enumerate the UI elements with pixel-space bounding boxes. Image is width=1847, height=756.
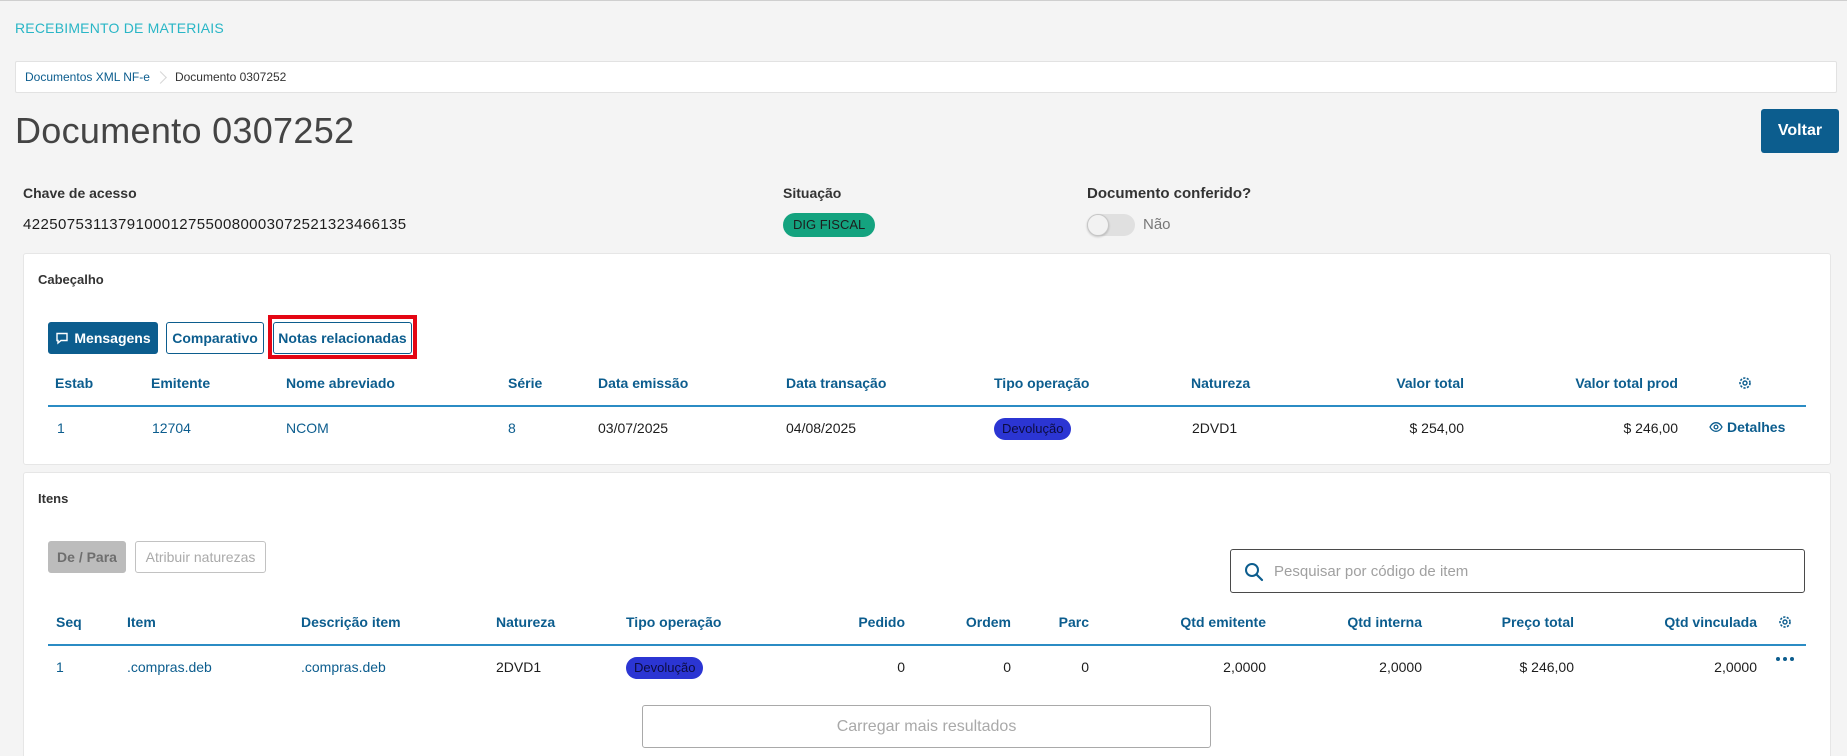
details-link[interactable]: Detalhes [1709,419,1785,435]
items-cell-parc: 0 [1081,659,1089,675]
breadcrumb: Documentos XML NF-e Documento 0307252 [15,61,1837,93]
header-col-tipo-operacao[interactable]: Tipo operação [994,375,1089,391]
items-col-seq[interactable]: Seq [56,614,82,630]
access-key-label: Chave de acesso [23,185,137,201]
header-col-natureza[interactable]: Natureza [1191,375,1250,391]
checked-toggle-label: Não [1143,216,1171,233]
breadcrumb-separator [154,70,167,84]
header-col-estab[interactable]: Estab [55,375,93,391]
items-table-rule [48,644,1806,646]
items-card-title: Itens [38,491,69,506]
highlight-box [268,315,417,359]
header-cell-data-emissao: 03/07/2025 [598,420,669,436]
operation-type-badge: Devolução [994,418,1072,440]
search-icon [1245,563,1264,582]
items-col-qtd-interna[interactable]: Qtd interna [1300,614,1422,630]
access-key-value: 4225075311379100012755008000307252132346… [23,216,407,233]
items-cell-preco-total: $ 246,00 [1519,659,1575,675]
header-cell-nome[interactable]: NCOM [286,420,329,436]
header-col-nome[interactable]: Nome abreviado [286,375,395,391]
gear-icon[interactable] [1778,615,1792,629]
items-col-qtd-vinculada[interactable]: Qtd vinculada [1620,614,1757,630]
item-search [1230,549,1805,593]
items-col-descricao[interactable]: Descrição item [301,614,401,630]
breadcrumb-current: Documento 0307252 [174,70,287,84]
chat-icon [56,332,69,345]
header-col-serie[interactable]: Série [508,375,542,391]
items-cell-ordem: 0 [1003,659,1011,675]
header-col-valor-total-prod[interactable]: Valor total prod [1540,375,1678,391]
toggle-knob [1087,214,1109,236]
header-cell-natureza: 2DVD1 [1192,420,1238,436]
items-col-natureza[interactable]: Natureza [496,614,555,630]
compare-button[interactable]: Comparativo [166,322,264,354]
eye-icon [1709,422,1723,432]
items-cell-seq[interactable]: 1 [56,659,64,675]
messages-button[interactable]: Mensagens [48,322,158,354]
header-card-title: Cabeçalho [38,272,104,287]
header-table-rule [48,405,1806,407]
app-title: RECEBIMENTO DE MATERIAIS [15,20,224,36]
breadcrumb-link-documents[interactable]: Documentos XML NF-e [25,70,150,84]
header-cell-estab[interactable]: 1 [57,420,65,436]
de-para-button[interactable]: De / Para [48,541,126,573]
items-cell-descricao[interactable]: .compras.deb [301,659,386,675]
items-col-qtd-emitente[interactable]: Qtd emitente [1140,614,1266,630]
top-border [0,0,1847,4]
item-search-input[interactable] [1274,560,1784,582]
header-cell-valor-total: $ 254,00 [1409,420,1465,436]
items-col-tipo-operacao[interactable]: Tipo operação [626,614,721,630]
items-cell-qtd-vinculada: 2,0000 [1714,659,1757,675]
messages-button-label: Mensagens [74,330,151,346]
header-cell-emitente[interactable]: 12704 [152,420,191,436]
status-label: Situação [783,185,842,201]
items-cell-item[interactable]: .compras.deb [127,659,212,675]
items-cell-qtd-interna: 2,0000 [1379,659,1422,675]
header-cell-valor-total-prod: $ 246,00 [1623,420,1679,436]
details-link-label: Detalhes [1727,419,1786,435]
items-operation-type-badge: Devolução [626,657,704,679]
gear-icon[interactable] [1738,376,1752,390]
items-col-preco-total[interactable]: Preço total [1454,614,1574,630]
items-col-pedido[interactable]: Pedido [820,614,905,630]
items-col-parc[interactable]: Parc [1030,614,1089,630]
page-title: Documento 0307252 [15,110,355,151]
header-col-valor-total[interactable]: Valor total [1364,375,1464,391]
header-col-data-emissao[interactable]: Data emissão [598,375,688,391]
assign-natures-button[interactable]: Atribuir naturezas [135,541,266,573]
load-more-button[interactable]: Carregar mais resultados [642,705,1211,748]
items-cell-qtd-emitente: 2,0000 [1223,659,1266,675]
more-icon[interactable] [1776,657,1794,661]
items-col-ordem[interactable]: Ordem [930,614,1011,630]
header-col-data-transacao[interactable]: Data transação [786,375,886,391]
items-col-item[interactable]: Item [127,614,156,630]
header-cell-serie[interactable]: 8 [508,420,516,436]
checked-toggle[interactable] [1087,214,1135,236]
status-badge: DIG FISCAL [783,213,876,237]
header-cell-data-transacao: 04/08/2025 [786,420,857,436]
checked-label: Documento conferido? [1087,185,1252,202]
back-button[interactable]: Voltar [1761,109,1839,153]
header-col-emitente[interactable]: Emitente [151,375,210,391]
items-cell-natureza: 2DVD1 [496,659,542,675]
items-cell-pedido: 0 [897,659,905,675]
